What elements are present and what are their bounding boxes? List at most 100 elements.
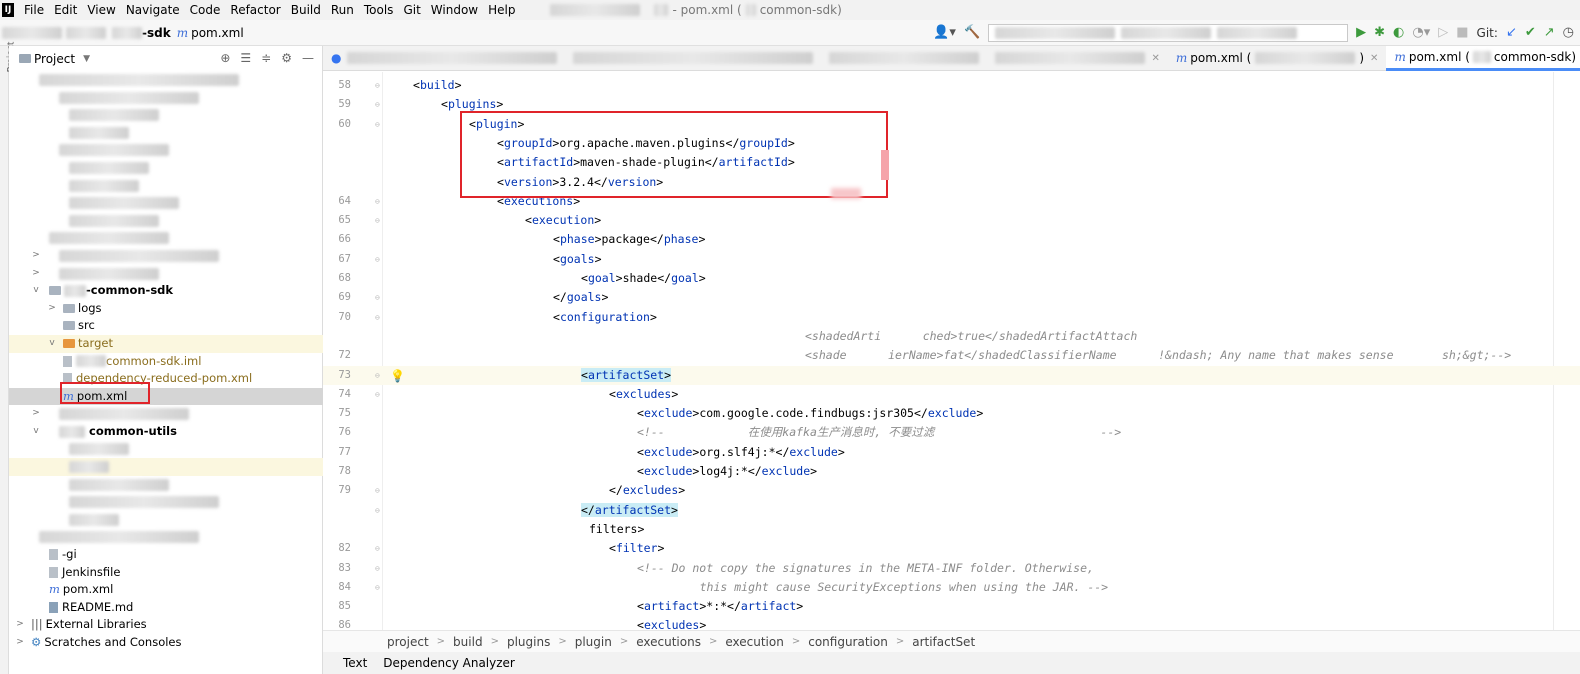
code-line[interactable]: 67 ⊖ <goals>	[323, 250, 1580, 269]
menu-build[interactable]: Build	[286, 0, 326, 20]
code-line[interactable]: 77 <exclude>org.slf4j:*</exclude>	[323, 443, 1580, 462]
code-line[interactable]: 75 <exclude>com.google.code.findbugs:jsr3…	[323, 404, 1580, 423]
code-line[interactable]: 70 ⊖ <configuration>	[323, 308, 1580, 327]
menu-view[interactable]: View	[82, 0, 120, 20]
tree-row[interactable]	[9, 458, 323, 476]
tree-row[interactable]	[9, 212, 323, 230]
code-line[interactable]: 82 ⊖ <filter>	[323, 539, 1580, 558]
locate-icon[interactable]: ⊕	[220, 51, 230, 65]
tree-row[interactable]	[9, 493, 323, 511]
breadcrumb-configuration[interactable]: configuration	[808, 635, 888, 649]
menu-run[interactable]: Run	[326, 0, 359, 20]
profile-icon[interactable]: ◔▾	[1412, 20, 1430, 46]
tree-row-readme[interactable]: README.md	[9, 599, 323, 617]
tree-row[interactable]	[9, 71, 323, 89]
menu-refactor[interactable]: Refactor	[225, 0, 285, 20]
code-line[interactable]: <shadedArti ched>true</shadedArtifactAtt…	[323, 327, 1580, 346]
nav-project-name[interactable]: -sdk	[142, 26, 171, 40]
tree-row-gitignore[interactable]: -gi	[9, 546, 323, 564]
fold-marker-icon[interactable]: ⊖	[375, 578, 380, 597]
debug-icon[interactable]: ✱	[1374, 20, 1385, 46]
fold-marker-icon[interactable]: ⊖	[375, 115, 380, 134]
breadcrumb-plugin[interactable]: plugin	[575, 635, 612, 649]
menu-code[interactable]: Code	[185, 0, 226, 20]
menu-edit[interactable]: Edit	[49, 0, 82, 20]
menu-file[interactable]: File	[19, 0, 49, 20]
tab-text[interactable]: Text	[343, 656, 367, 670]
fold-marker-icon[interactable]: ⊖	[375, 385, 380, 404]
fold-marker-icon[interactable]: ⊖	[375, 95, 380, 114]
tree-row[interactable]: >	[9, 265, 323, 283]
tree-row[interactable]: >	[9, 405, 323, 423]
tree-row-common-utils[interactable]: v common-utils	[9, 423, 323, 441]
gear-icon[interactable]: ⚙	[281, 51, 292, 65]
code-line[interactable]: 85 <artifact>*:*</artifact>	[323, 597, 1580, 616]
git-commit-icon[interactable]: ✔	[1525, 20, 1536, 46]
tab-pom-active[interactable]: m pom.xml ( common-sdk) ✕	[1386, 45, 1580, 71]
git-push-icon[interactable]: ↗	[1544, 20, 1555, 46]
tree-row[interactable]	[9, 511, 323, 529]
code-line[interactable]: 72 <shade ierName>fat</shadedClassifierNa…	[323, 346, 1580, 365]
tree-row[interactable]	[9, 124, 323, 142]
intention-bulb-icon[interactable]: 💡	[390, 367, 405, 386]
tree-row[interactable]	[9, 106, 323, 124]
resume-icon[interactable]: ▷	[1438, 20, 1448, 46]
fold-marker-icon[interactable]: ⊖	[375, 211, 380, 230]
tree-row[interactable]: >	[9, 247, 323, 265]
code-line[interactable]: ⊖ </artifactSet>	[323, 501, 1580, 520]
nav-file-name[interactable]: pom.xml	[191, 26, 244, 40]
code-line[interactable]: 68 <goal>shade</goal>	[323, 269, 1580, 288]
fold-marker-icon[interactable]: ⊖	[375, 501, 380, 520]
user-icon[interactable]: 👤▾	[933, 20, 956, 46]
fold-marker-icon[interactable]: ⊖	[375, 288, 380, 307]
stop-icon[interactable]: ■	[1456, 20, 1468, 46]
code-line[interactable]: 76 <!-- 在使用kafka生产消息时, 不要过滤 -->	[323, 423, 1580, 442]
tree-row-src[interactable]: src	[9, 317, 323, 335]
breadcrumb-build[interactable]: build	[453, 635, 483, 649]
code-line[interactable]: 84 ⊖ this might cause SecurityExceptions …	[323, 578, 1580, 597]
chevron-right-icon[interactable]: >	[47, 300, 57, 318]
code-line[interactable]: 69 ⊖ </goals>	[323, 288, 1580, 307]
code-line[interactable]: 73 ⊖ 💡 <artifactSet>	[323, 365, 1580, 386]
tab-redacted-1[interactable]: ●	[323, 46, 565, 71]
tab-redacted-4[interactable]: ✕	[987, 46, 1167, 71]
close-icon[interactable]: ✕	[1370, 53, 1378, 64]
tree-row-target[interactable]: v target	[9, 334, 323, 353]
code-line[interactable]: 78 <exclude>log4j:*</exclude>	[323, 462, 1580, 481]
tree-row[interactable]	[9, 440, 323, 458]
chevron-right-icon[interactable]: >	[15, 616, 25, 634]
tree-row[interactable]	[9, 229, 323, 247]
code-line[interactable]: 79 ⊖ </excludes>	[323, 481, 1580, 500]
fold-marker-icon[interactable]: ⊖	[375, 192, 380, 211]
fold-marker-icon[interactable]: ⊖	[375, 481, 380, 500]
tree-row-pom-root[interactable]: m pom.xml	[9, 581, 323, 599]
tree-row[interactable]	[9, 159, 323, 177]
fold-marker-icon[interactable]: ⊖	[375, 250, 380, 269]
project-panel-title[interactable]: Project	[34, 52, 75, 66]
chevron-right-icon[interactable]: >	[15, 634, 25, 652]
code-editor[interactable]: 58 ⊖ <build> 59 ⊖ <plugins> 60 ⊖ <plugin> <groupI…	[323, 72, 1580, 630]
code-line[interactable]: 83 ⊖ <!-- Do not copy the signatures in th…	[323, 559, 1580, 578]
chevron-right-icon[interactable]: >	[31, 405, 41, 423]
expand-all-icon[interactable]: ☰	[240, 51, 251, 65]
breadcrumb-execution[interactable]: execution	[725, 635, 783, 649]
tree-row[interactable]	[9, 89, 323, 107]
collapse-all-icon[interactable]: ≑	[261, 51, 271, 65]
tree-row-common-sdk[interactable]: v -common-sdk	[9, 282, 323, 300]
coverage-icon[interactable]: ◐	[1393, 20, 1404, 46]
breadcrumb-plugins[interactable]: plugins	[507, 635, 550, 649]
breadcrumb-project[interactable]: project	[387, 635, 429, 649]
menu-tools[interactable]: Tools	[359, 0, 399, 20]
tree-row[interactable]	[9, 177, 323, 195]
code-line[interactable]: 65 ⊖ <execution>	[323, 211, 1580, 230]
tab-pom-1[interactable]: m pom.xml ( ) ✕	[1168, 46, 1387, 71]
fold-marker-icon[interactable]: ⊖	[375, 559, 380, 578]
tree-row[interactable]	[9, 194, 323, 212]
chevron-down-icon[interactable]: v	[31, 423, 41, 441]
tree-row-logs[interactable]: > logs	[9, 300, 323, 318]
breadcrumb-executions[interactable]: executions	[636, 635, 701, 649]
tree-row[interactable]	[9, 141, 323, 159]
tab-redacted-2[interactable]	[565, 46, 821, 71]
tab-dependency-analyzer[interactable]: Dependency Analyzer	[383, 656, 515, 670]
chevron-down-icon[interactable]: v	[47, 335, 57, 353]
